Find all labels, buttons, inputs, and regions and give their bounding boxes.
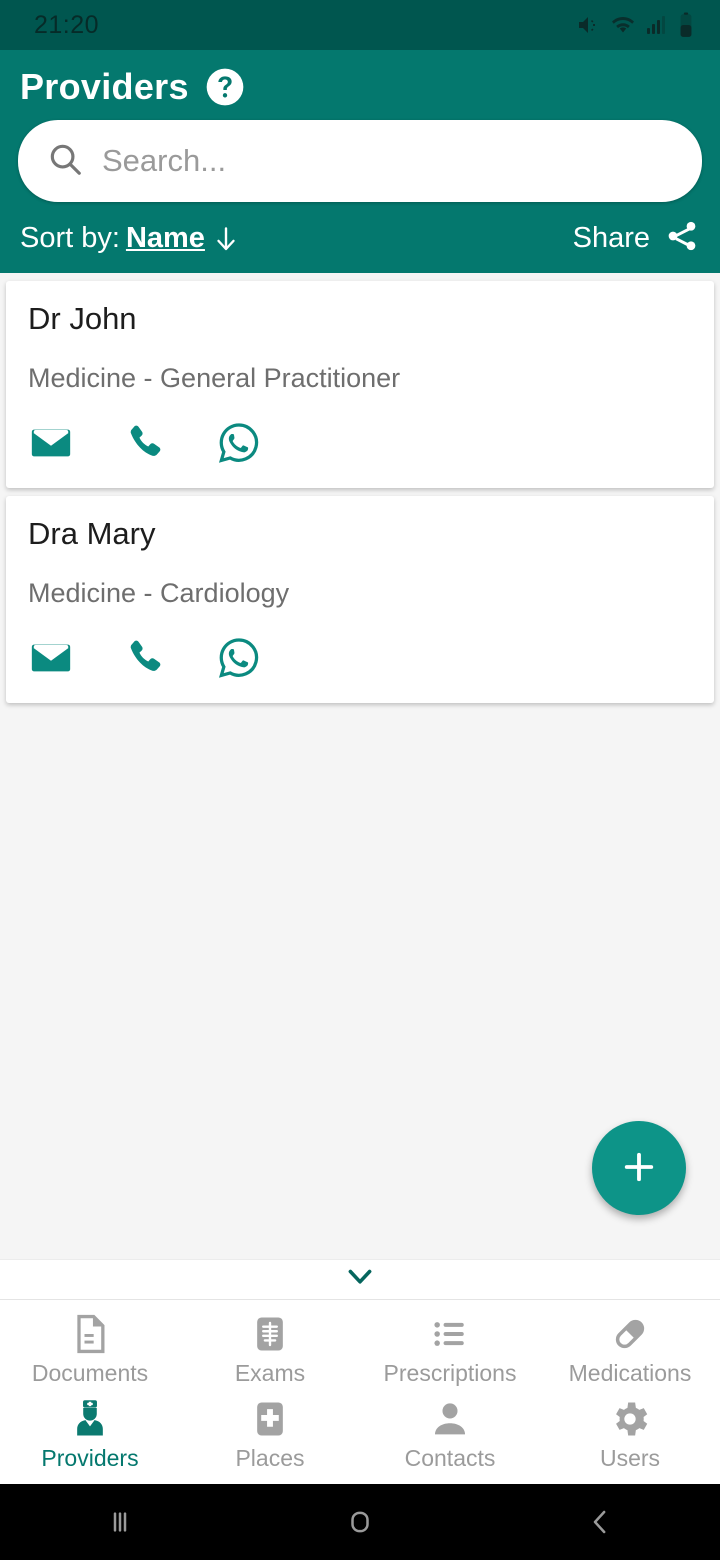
bottom-navigation: Documents Exams Prescriptions Medication… (0, 1299, 720, 1484)
help-circle-icon[interactable] (205, 67, 245, 107)
exam-icon (248, 1312, 292, 1356)
bottom-nav-row-2: Providers Places Contacts Users (0, 1391, 720, 1476)
email-icon[interactable] (28, 635, 74, 681)
status-icon-group (575, 12, 694, 38)
add-provider-fab[interactable] (592, 1121, 686, 1215)
whatsapp-icon[interactable] (216, 635, 262, 681)
search-input[interactable] (102, 143, 674, 179)
home-icon[interactable] (340, 1502, 380, 1542)
app-bar: Providers Search... Sort by: Name Share (0, 50, 720, 273)
sort-value[interactable]: Name (126, 222, 205, 255)
nav-label: Places (235, 1445, 305, 1471)
nav-item-users[interactable]: Users (540, 1391, 720, 1476)
arrow-down-icon[interactable] (211, 222, 241, 256)
provider-card[interactable]: Dra Mary Medicine - Cardiology (6, 496, 714, 703)
search-bar-wrapper (0, 114, 720, 202)
nav-label: Prescriptions (383, 1360, 517, 1386)
nav-item-providers[interactable]: Providers (0, 1391, 180, 1476)
mute-vibrate-icon (575, 13, 601, 37)
bottom-nav-row-1: Documents Exams Prescriptions Medication… (0, 1306, 720, 1391)
nav-item-prescriptions[interactable]: Prescriptions (360, 1306, 540, 1391)
share-button[interactable]: Share (573, 218, 700, 259)
person-icon (428, 1397, 472, 1441)
whatsapp-icon[interactable] (216, 420, 262, 466)
provider-list: Dr John Medicine - General Practitioner (0, 273, 720, 1259)
doctor-icon (68, 1397, 112, 1441)
nav-collapse-handle[interactable] (0, 1259, 720, 1299)
plus-icon (618, 1146, 660, 1191)
nav-item-places[interactable]: Places (180, 1391, 360, 1476)
provider-specialty: Medicine - General Practitioner (28, 363, 401, 393)
email-icon[interactable] (28, 420, 74, 466)
nav-item-exams[interactable]: Exams (180, 1306, 360, 1391)
nav-label: Users (599, 1445, 661, 1471)
search-icon (46, 140, 84, 183)
nav-label: Medications (568, 1360, 692, 1386)
phone-icon[interactable] (122, 420, 168, 466)
status-bar: 21:20 (0, 0, 720, 50)
provider-name: Dr John (28, 301, 137, 336)
share-icon[interactable] (664, 218, 700, 259)
back-icon[interactable] (580, 1502, 620, 1542)
app-root: 21:20 Providers Search... Sort by: Name … (0, 0, 720, 1560)
app-bar-top: Providers (0, 50, 720, 114)
pill-icon (608, 1312, 652, 1356)
sort-control[interactable]: Sort by: Name (20, 222, 241, 256)
document-icon (68, 1312, 112, 1356)
nav-label: Exams (234, 1360, 306, 1386)
share-label: Share (572, 222, 650, 254)
sort-share-row: Sort by: Name Share (0, 202, 720, 259)
recents-icon[interactable] (100, 1502, 140, 1542)
provider-actions (28, 420, 692, 466)
nav-item-documents[interactable]: Documents (0, 1306, 180, 1391)
prescription-list-icon (428, 1312, 472, 1356)
sort-label: Sort by: (20, 222, 120, 254)
nav-label: Contacts (404, 1445, 496, 1471)
chevron-down-icon[interactable] (343, 1266, 377, 1293)
search-box[interactable] (18, 120, 702, 202)
provider-name: Dra Mary (28, 516, 156, 551)
provider-card[interactable]: Dr John Medicine - General Practitioner (6, 281, 714, 488)
nav-label: Documents (31, 1360, 149, 1386)
wifi-icon (610, 13, 636, 37)
phone-icon[interactable] (122, 635, 168, 681)
hospital-icon (248, 1397, 292, 1441)
nav-item-contacts[interactable]: Contacts (360, 1391, 540, 1476)
nav-item-medications[interactable]: Medications (540, 1306, 720, 1391)
gear-icon (608, 1397, 652, 1441)
battery-icon (678, 12, 694, 38)
page-title: Providers (20, 66, 189, 107)
signal-icon (645, 13, 669, 37)
provider-actions (28, 635, 692, 681)
provider-specialty: Medicine - Cardiology (28, 578, 290, 608)
status-time: 21:20 (34, 10, 100, 39)
nav-label: Providers (41, 1445, 139, 1471)
android-navigation-bar (0, 1484, 720, 1560)
